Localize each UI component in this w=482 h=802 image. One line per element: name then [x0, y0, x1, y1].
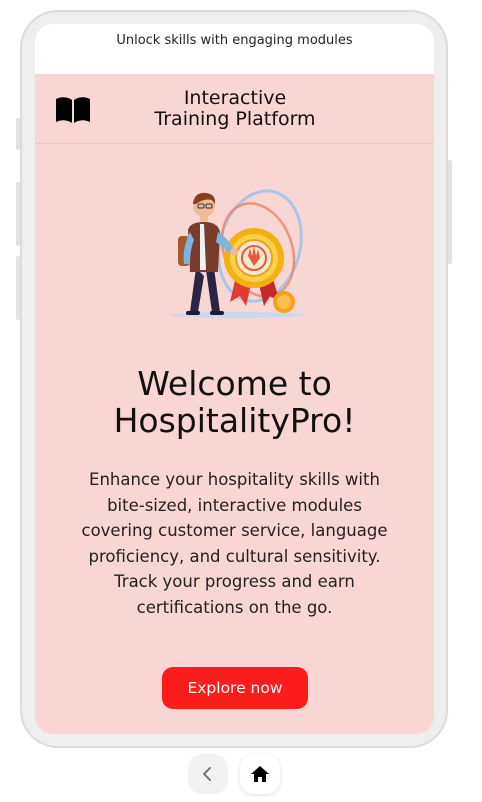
welcome-title: Welcome to HospitalityPro! — [55, 365, 414, 439]
welcome-title-line1: Welcome to — [137, 364, 332, 403]
person-with-medal-illustration — [170, 189, 306, 318]
tagline: Unlock skills with engaging modules — [116, 33, 353, 48]
book-open-icon[interactable] — [55, 96, 91, 124]
app-title-line2: Training Platform — [154, 108, 316, 130]
status-bar: Unlock skills with engaging modules — [35, 24, 434, 74]
back-button[interactable] — [188, 754, 228, 794]
welcome-description: Enhance your hospitality skills with bit… — [81, 470, 388, 617]
side-button — [16, 182, 20, 246]
side-button — [16, 118, 20, 150]
app-title-line1: Interactive — [183, 87, 287, 109]
app-screen: Unlock skills with engaging modules Inte… — [35, 24, 434, 734]
home-button[interactable] — [240, 754, 280, 794]
chevron-left-icon — [203, 767, 211, 781]
side-button — [448, 160, 452, 264]
app-header: Interactive Training Platform — [35, 74, 434, 144]
welcome-title-line2: HospitalityPro! — [113, 401, 356, 440]
app-title: Interactive Training Platform — [95, 88, 375, 130]
explore-now-button[interactable]: Explore now — [162, 667, 308, 709]
home-icon — [251, 766, 269, 782]
side-button — [16, 256, 20, 320]
